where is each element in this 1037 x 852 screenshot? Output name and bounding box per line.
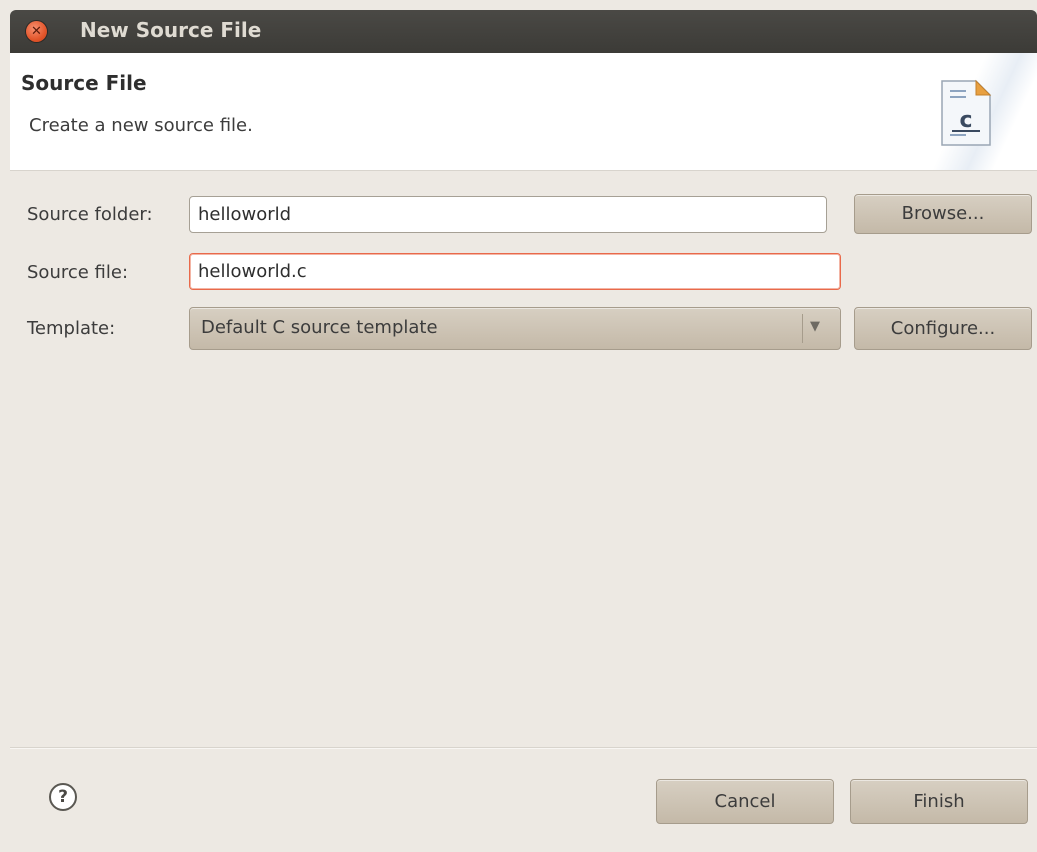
source-folder-input[interactable]: helloworld <box>189 196 827 233</box>
footer-divider <box>10 747 1037 749</box>
source-file-label: Source file: <box>27 262 129 283</box>
close-icon[interactable]: ✕ <box>26 21 47 42</box>
help-icon[interactable]: ? <box>49 783 77 811</box>
source-file-input[interactable]: helloworld.c <box>189 253 841 290</box>
cancel-button[interactable]: Cancel <box>656 779 834 824</box>
template-selected-value: Default C source template <box>201 317 438 338</box>
finish-button[interactable]: Finish <box>850 779 1028 824</box>
wizard-header: Source File Create a new source file. c <box>10 53 1037 171</box>
svg-text:c: c <box>959 108 972 133</box>
browse-button[interactable]: Browse... <box>854 194 1032 234</box>
window-title: New Source File <box>80 18 262 42</box>
c-source-file-icon: c <box>941 79 992 146</box>
chevron-down-icon: ▼ <box>810 319 820 334</box>
page-description: Create a new source file. <box>29 115 253 136</box>
title-bar: ✕ New Source File <box>10 10 1037 53</box>
template-label: Template: <box>27 318 116 339</box>
configure-button[interactable]: Configure... <box>854 307 1032 350</box>
template-select[interactable]: Default C source template ▼ <box>189 307 841 350</box>
source-folder-label: Source folder: <box>27 204 153 225</box>
page-title: Source File <box>21 71 147 95</box>
combo-separator <box>802 314 803 343</box>
